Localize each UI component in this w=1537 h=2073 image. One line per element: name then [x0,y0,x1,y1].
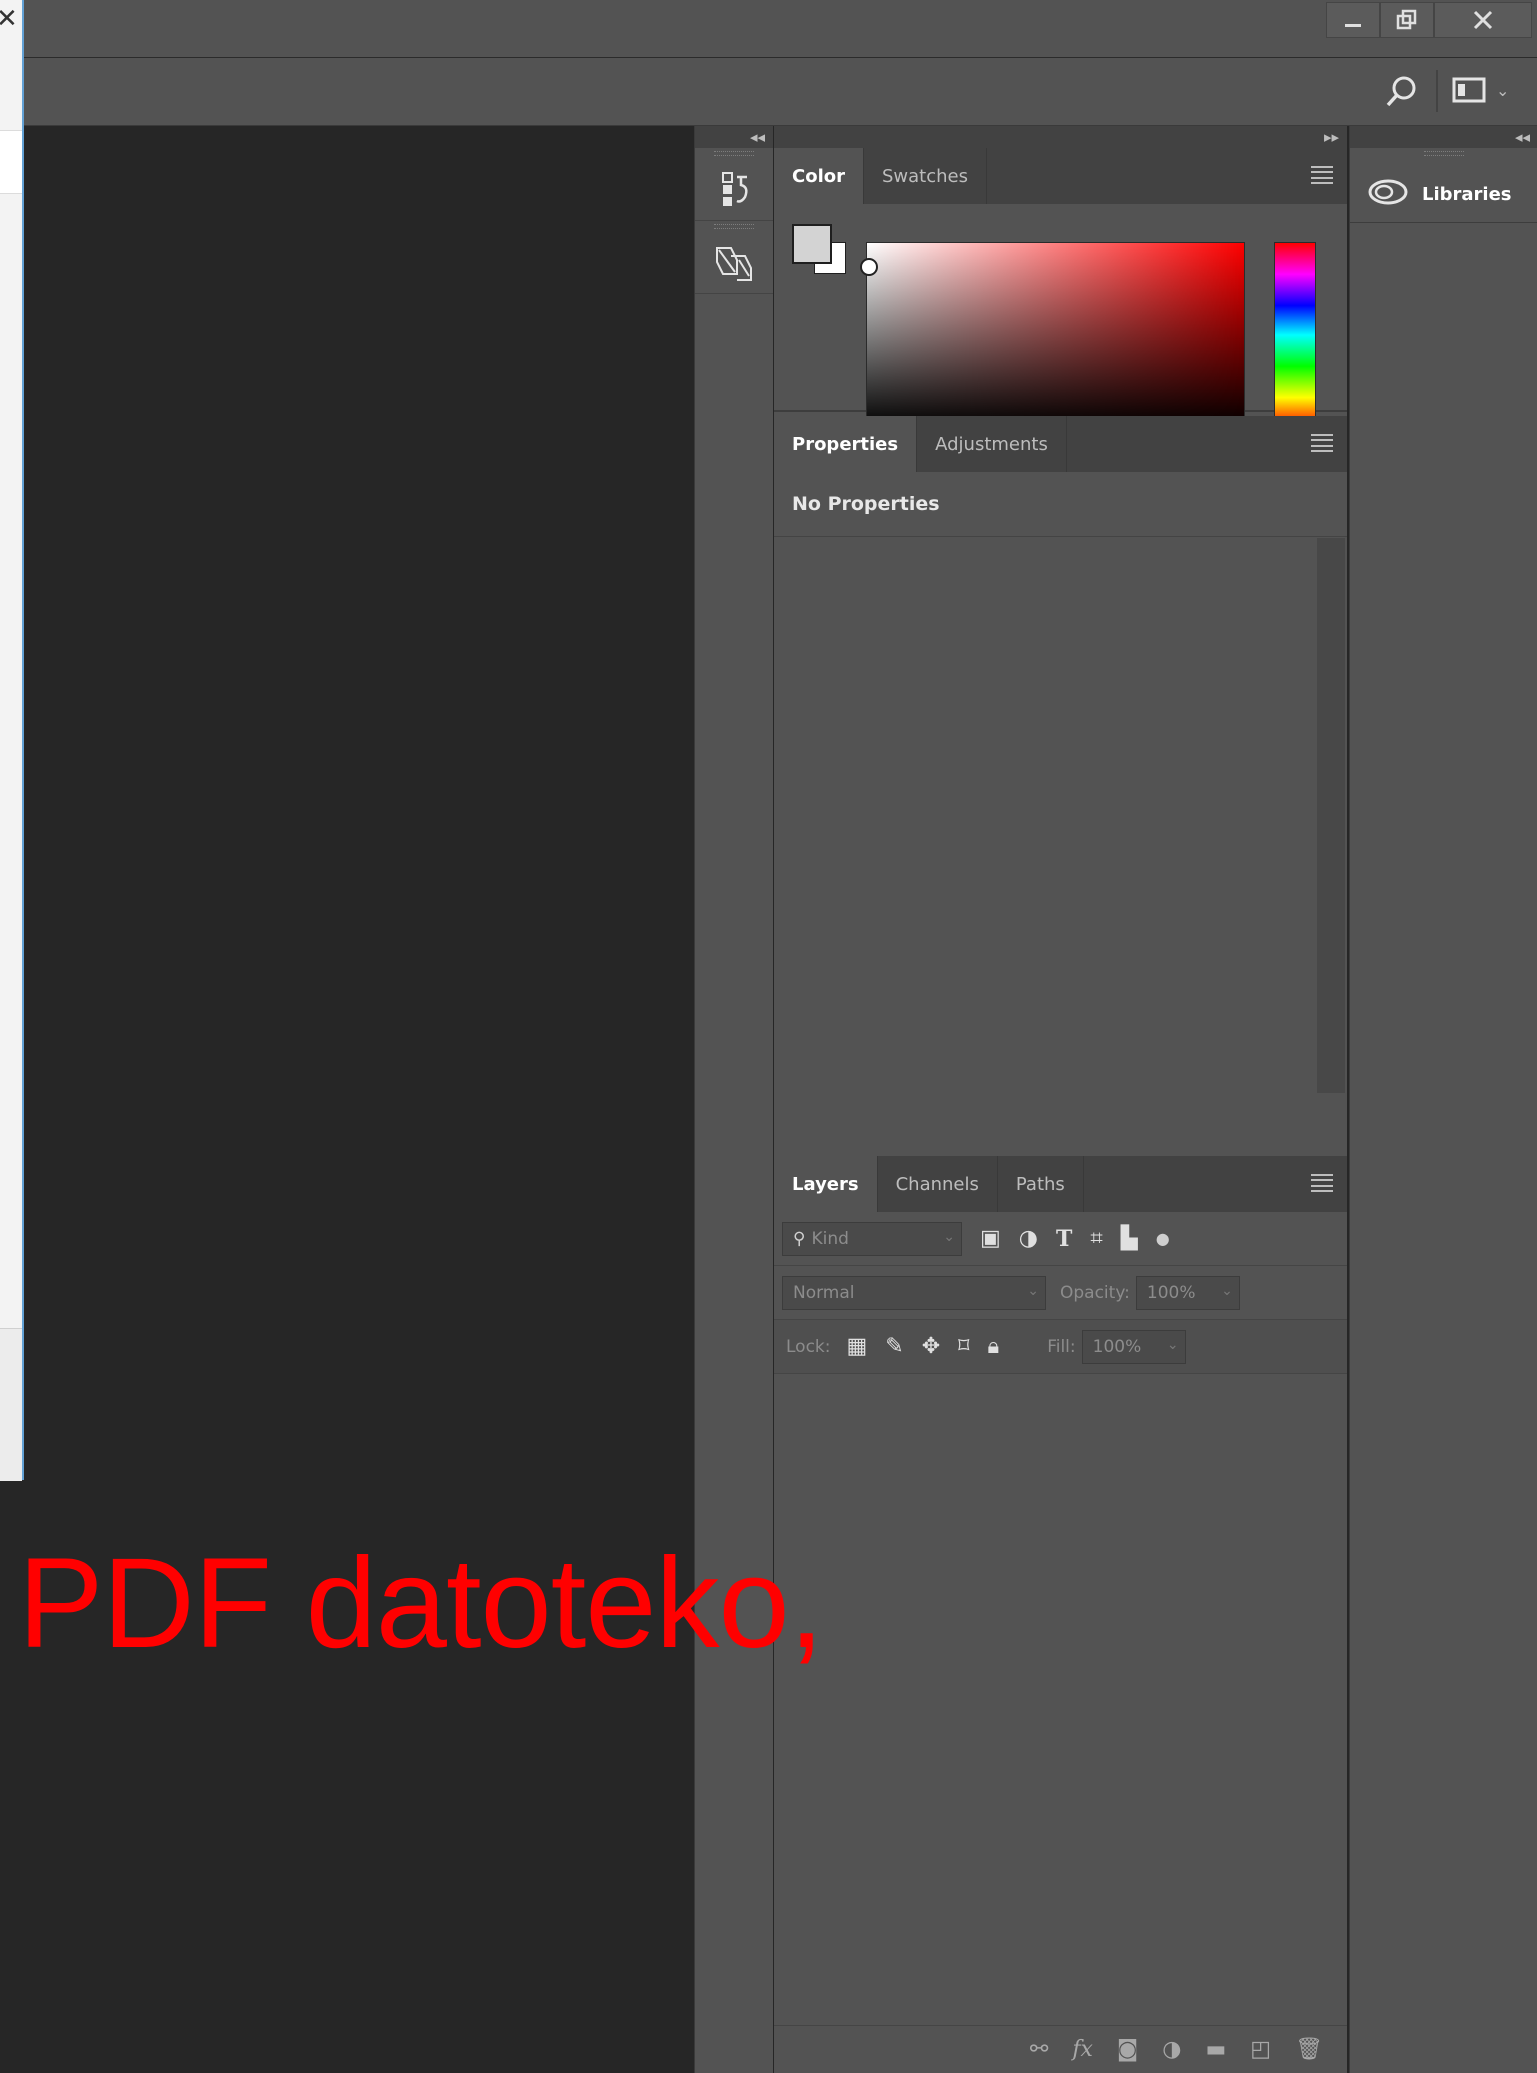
lock-image-pixels-icon[interactable]: ✎ [885,1334,903,1359]
layer-kind-filter[interactable]: ⚲ Kind ⌄ [782,1221,962,1256]
tab-color[interactable]: Color [774,148,864,204]
link-layers-icon[interactable]: ⚯ [1030,2037,1048,2062]
properties-message: No Properties [774,472,1347,537]
title-bar [0,0,1537,58]
history-icon[interactable] [695,158,773,220]
panel-dock-main: ▸▸ Color Swatches Properties Adjustments… [774,126,1347,2073]
collapse-libraries-button[interactable]: ◂◂ [1350,126,1537,148]
dialog-close-icon[interactable]: ✕ [0,4,18,34]
panel-menu-icon[interactable] [1311,1174,1333,1192]
panel-menu-icon[interactable] [1311,166,1333,184]
libraries-dock: ◂◂ Libraries [1349,126,1537,2073]
opacity-label: Opacity: [1060,1282,1130,1303]
lock-label: Lock: [786,1336,831,1357]
layers-list[interactable] [774,1374,1347,2025]
adjustment-layer-filter-icon[interactable]: ◑ [1019,1226,1038,1251]
collapse-dock-button[interactable]: ◂◂ [695,126,773,148]
delete-layer-icon[interactable]: 🗑︎ [1295,2037,1323,2062]
fx-icon[interactable]: fx [1072,2037,1093,2062]
properties-body: No Properties [774,472,1347,1166]
dock-grip-2[interactable] [695,220,773,231]
blend-mode-value: Normal [793,1282,855,1303]
dialog-window-edge: ✕ [0,0,24,1481]
lock-row: Lock: ▦ ✎ ✥ ⌑ 🔒︎ Fill: 100% ⌄ [774,1320,1347,1374]
options-bar: ⌄ [0,58,1537,126]
blend-mode-row: Normal ⌄ Opacity: 100% ⌄ [774,1266,1347,1320]
layers-footer: ⚯ fx ◙ ◑ ▬ ◰ 🗑︎ [774,2025,1347,2073]
workspace-icon[interactable]: ⌄ [1452,76,1509,104]
opacity-value: 100% [1146,1282,1196,1303]
tab-paths[interactable]: Paths [998,1156,1084,1212]
shape-layer-filter-icon[interactable]: ⌗ [1090,1226,1102,1251]
fill-label: Fill: [1047,1336,1076,1357]
add-mask-icon[interactable]: ◙ [1117,2037,1138,2062]
dialog-field [0,130,22,194]
chevron-down-icon: ⌄ [943,1228,955,1245]
chevron-down-icon: ⌄ [1166,1336,1179,1353]
chevron-down-icon: ⌄ [1496,80,1510,100]
dock-grip-3[interactable] [1350,148,1537,158]
chevron-down-icon: ⌄ [1221,1282,1233,1299]
opacity-input[interactable]: 100% ⌄ [1135,1275,1240,1310]
panel-icon-dock: ◂◂ [694,126,773,2073]
foreground-color-swatch[interactable] [792,224,832,264]
creative-cloud-icon [1368,178,1408,211]
close-icon[interactable] [1434,2,1532,38]
layers-panel: Layers Channels Paths ⚲ Kind ⌄ ▣ ◑ T ⌗ ▙… [774,1156,1347,2073]
color-picker-handle[interactable] [860,258,878,276]
chevron-down-icon: ⌄ [1027,1282,1039,1299]
filter-toggle-icon[interactable]: ● [1156,1229,1170,1248]
expand-dock-button[interactable]: ▸▸ [774,126,1347,148]
new-layer-icon[interactable]: ◰ [1250,2037,1271,2062]
libraries-tab[interactable]: Libraries [1350,166,1537,223]
tab-adjustments[interactable]: Adjustments [917,416,1067,472]
properties-panel: Properties Adjustments No Properties [774,416,1347,1166]
fill-input[interactable]: 100% ⌄ [1081,1329,1186,1364]
document-canvas[interactable] [24,126,694,2073]
divider [1436,70,1438,112]
blend-mode-select[interactable]: Normal ⌄ [782,1275,1046,1310]
dialog-footer [0,1328,22,1481]
type-layer-filter-icon[interactable]: T [1056,1226,1072,1252]
restore-icon[interactable] [1380,2,1434,38]
filter-kind-label: Kind [811,1228,849,1249]
color-panel-tabs: Color Swatches [774,148,1347,204]
layers-panel-tabs: Layers Channels Paths [774,1156,1347,1212]
fill-value: 100% [1092,1336,1142,1357]
libraries-label: Libraries [1422,183,1512,205]
new-group-icon[interactable]: ▬ [1205,2037,1226,2062]
smart-object-filter-icon[interactable]: ▙ [1121,1226,1138,1251]
tab-channels[interactable]: Channels [878,1156,998,1212]
lock-all-icon[interactable]: 🔒︎ [987,1334,999,1359]
lock-position-icon[interactable]: ✥ [922,1334,940,1359]
search-icon[interactable] [1385,74,1419,112]
overlay-caption: PDF datoteko, [18,1532,824,1675]
lock-transparent-pixels-icon[interactable]: ▦ [847,1334,868,1359]
pixel-layer-filter-icon[interactable]: ▣ [980,1226,1001,1251]
properties-toggle-icon[interactable] [695,231,773,293]
properties-scrollbar[interactable] [1317,538,1345,1093]
search-icon: ⚲ [793,1228,806,1249]
panel-menu-icon[interactable] [1311,434,1333,452]
minimize-icon[interactable] [1326,2,1380,38]
color-panel: Color Swatches [774,148,1347,432]
new-adjustment-layer-icon[interactable]: ◑ [1162,2037,1181,2062]
properties-panel-tabs: Properties Adjustments [774,416,1347,472]
tab-swatches[interactable]: Swatches [864,148,987,204]
saturation-brightness-field[interactable] [860,242,1245,428]
layer-filter-row: ⚲ Kind ⌄ ▣ ◑ T ⌗ ▙ ● [774,1212,1347,1266]
lock-artboard-icon[interactable]: ⌑ [958,1334,969,1359]
hue-slider[interactable] [1274,242,1316,428]
tab-layers[interactable]: Layers [774,1156,878,1212]
tab-properties[interactable]: Properties [774,416,918,472]
dock-grip[interactable] [695,148,773,158]
